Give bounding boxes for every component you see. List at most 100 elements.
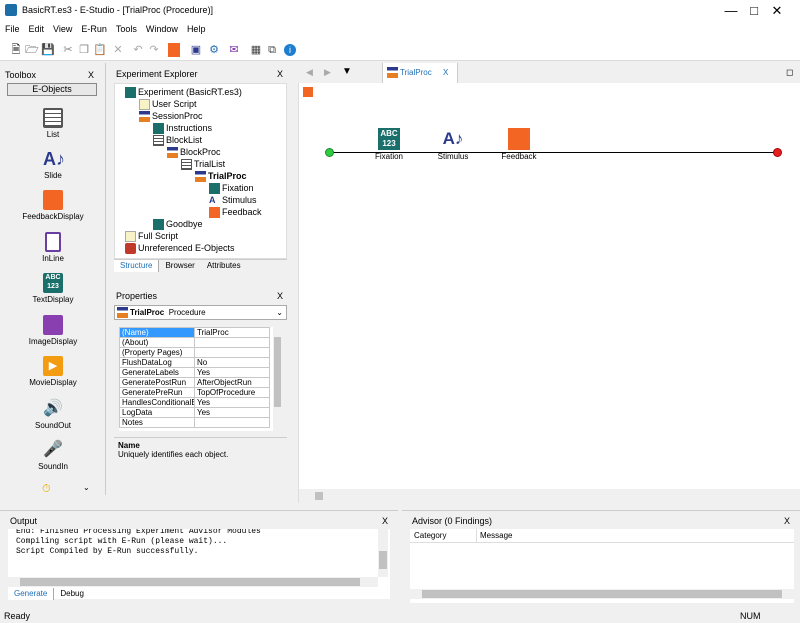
menu-tools[interactable]: Tools bbox=[111, 21, 141, 34]
canvas-hscrollbar[interactable] bbox=[299, 489, 800, 503]
tree-node-sessionproc[interactable]: SessionProc bbox=[139, 110, 203, 123]
scroll-thumb[interactable] bbox=[315, 492, 323, 500]
prop-row[interactable]: FlushDataLog No bbox=[119, 357, 270, 368]
new-file-icon[interactable]: 🗎 bbox=[8, 42, 24, 58]
column-message[interactable]: Message bbox=[480, 531, 512, 540]
property-scrollbar[interactable] bbox=[273, 327, 282, 431]
column-category[interactable]: Category bbox=[414, 531, 446, 540]
tab-structure[interactable]: Structure bbox=[114, 260, 160, 272]
tree-node-fixation[interactable]: Fixation bbox=[209, 182, 254, 195]
toolbox-section[interactable]: E-Objects bbox=[7, 83, 97, 96]
toolbox-item-soundin[interactable]: 🎤 SoundIn bbox=[0, 440, 106, 471]
description-text: Uniquely identifies each object. bbox=[118, 450, 229, 459]
dropdown-arrow-icon[interactable]: ▼ bbox=[342, 66, 352, 77]
forward-arrow-icon[interactable]: ▶ bbox=[324, 67, 331, 78]
tab-debug[interactable]: Debug bbox=[54, 588, 90, 600]
tree-node-user-script[interactable]: User Script bbox=[139, 98, 197, 111]
copy-icon[interactable]: ❐ bbox=[76, 42, 92, 58]
tree-node-unreferenced[interactable]: Unreferenced E-Objects bbox=[125, 242, 235, 255]
windows-icon[interactable]: ⧉ bbox=[264, 42, 280, 58]
property-table: (Name) TrialProc (About) (Property Pages)… bbox=[119, 327, 270, 428]
cut-icon[interactable]: ✂ bbox=[60, 42, 76, 58]
properties-close-button[interactable]: X bbox=[277, 288, 283, 304]
tree-node-trialproc[interactable]: TrialProc bbox=[195, 170, 247, 183]
prop-row[interactable]: LogData Yes bbox=[119, 407, 270, 418]
prop-row[interactable]: (Property Pages) bbox=[119, 347, 270, 358]
tree-node-triallist[interactable]: TrialList bbox=[181, 158, 225, 171]
compile-icon[interactable]: ⚙ bbox=[206, 42, 222, 58]
advisor-close-button[interactable]: X bbox=[784, 513, 790, 529]
menu-view[interactable]: View bbox=[48, 21, 76, 34]
tab-trialproc[interactable]: TrialProc X bbox=[382, 63, 458, 83]
object-selector[interactable]: TrialProc Procedure ⌄ bbox=[114, 305, 287, 320]
prop-row[interactable]: HandlesConditionalExi Yes bbox=[119, 397, 270, 408]
output-close-button[interactable]: X bbox=[382, 513, 388, 529]
timeline-end[interactable] bbox=[773, 148, 782, 157]
menu-erun[interactable]: E-Run bbox=[76, 21, 111, 34]
tree-node-blockproc[interactable]: BlockProc bbox=[167, 146, 221, 159]
tree-node-feedback[interactable]: Feedback bbox=[209, 206, 262, 219]
scroll-thumb[interactable] bbox=[20, 578, 360, 586]
toolbox-item-inline[interactable]: InLine bbox=[0, 232, 106, 263]
output-hscrollbar[interactable] bbox=[8, 577, 378, 587]
tab-attributes[interactable]: Attributes bbox=[201, 260, 247, 272]
explorer-close-button[interactable]: X bbox=[277, 66, 283, 82]
open-folder-icon[interactable]: 🗁 bbox=[24, 42, 40, 58]
tree-node-goodbye[interactable]: Goodbye bbox=[153, 218, 203, 231]
toolbox-item-list[interactable]: List bbox=[0, 108, 106, 139]
tree-node-instructions[interactable]: Instructions bbox=[153, 122, 212, 135]
experiment-explorer-panel: Experiment Explorer X Experiment (BasicR… bbox=[109, 63, 290, 272]
restore-window-icon[interactable]: ◻ bbox=[786, 67, 793, 78]
tree-node-full-script[interactable]: Full Script bbox=[125, 230, 178, 243]
grid-icon[interactable]: ▦ bbox=[248, 42, 264, 58]
output-vscrollbar[interactable] bbox=[378, 529, 388, 577]
menu-window[interactable]: Window bbox=[141, 21, 182, 34]
toolbox-close-button[interactable]: X bbox=[88, 67, 94, 83]
prop-row[interactable]: (About) bbox=[119, 337, 270, 348]
timeline-start[interactable] bbox=[325, 148, 334, 157]
procedure-properties-icon[interactable] bbox=[303, 87, 313, 97]
timeline-object-feedback[interactable]: Feedback bbox=[499, 128, 539, 161]
back-arrow-icon[interactable]: ◀ bbox=[306, 67, 313, 78]
prop-row[interactable]: GeneratePreRun TopOfProcedure bbox=[119, 387, 270, 398]
advisor-hscrollbar[interactable] bbox=[410, 589, 794, 599]
close-icon[interactable]: ✕ bbox=[754, 0, 800, 21]
timeline-object-fixation[interactable]: ABC 123 Fixation bbox=[369, 128, 409, 161]
save-icon[interactable]: 💾 bbox=[40, 42, 56, 58]
tree-node-blocklist[interactable]: BlockList bbox=[153, 134, 202, 147]
tree-node-stimulus[interactable]: A Stimulus bbox=[209, 194, 257, 206]
toolbox-item-slide[interactable]: A♪ Slide bbox=[0, 149, 106, 180]
delete-icon[interactable]: ✕ bbox=[110, 42, 126, 58]
scroll-thumb[interactable] bbox=[274, 337, 281, 407]
prop-row[interactable]: Notes bbox=[119, 417, 270, 428]
tab-close-button[interactable]: X bbox=[443, 63, 448, 83]
toolbox-scroll-down-icon[interactable]: ⌄ bbox=[83, 483, 90, 492]
timeline-object-stimulus[interactable]: A♪ Stimulus bbox=[433, 128, 473, 161]
toolbox-item-textdisplay[interactable]: ABC 123 TextDisplay bbox=[0, 273, 106, 304]
prop-row[interactable]: GeneratePostRun AfterObjectRun bbox=[119, 377, 270, 388]
run-icon[interactable]: ▣ bbox=[188, 42, 204, 58]
toolbox-item-soundout[interactable]: 🔊 SoundOut bbox=[0, 399, 106, 430]
tree-node-experiment[interactable]: Experiment (BasicRT.es3) bbox=[125, 86, 242, 99]
toolbox-item-feedbackdisplay[interactable]: FeedbackDisplay bbox=[0, 190, 106, 221]
advisor-table: Category Message bbox=[410, 529, 794, 603]
tab-generate[interactable]: Generate bbox=[8, 588, 55, 600]
menu-file[interactable]: File bbox=[0, 21, 24, 34]
image-icon bbox=[43, 315, 63, 335]
paste-icon[interactable]: 📋 bbox=[92, 42, 108, 58]
prop-row[interactable]: (Name) TrialProc bbox=[119, 327, 270, 338]
redo-icon[interactable]: ↷ bbox=[146, 42, 162, 58]
scroll-thumb[interactable] bbox=[422, 590, 782, 598]
undo-icon[interactable]: ↶ bbox=[130, 42, 146, 58]
menu-edit[interactable]: Edit bbox=[24, 21, 49, 34]
scroll-thumb[interactable] bbox=[379, 551, 387, 569]
prop-row[interactable]: GenerateLabels Yes bbox=[119, 367, 270, 378]
toolbox-item-moviedisplay[interactable]: ▶ MovieDisplay bbox=[0, 356, 106, 387]
generate-icon[interactable] bbox=[168, 43, 180, 57]
info-icon[interactable]: i bbox=[284, 44, 296, 56]
toolbox-item-imagedisplay[interactable]: ImageDisplay bbox=[0, 315, 106, 346]
debug-icon[interactable]: ✉ bbox=[226, 42, 242, 58]
textdisplay-icon: ABC 123 bbox=[378, 128, 400, 150]
tab-browser[interactable]: Browser bbox=[159, 260, 200, 272]
menu-help[interactable]: Help bbox=[182, 21, 210, 34]
